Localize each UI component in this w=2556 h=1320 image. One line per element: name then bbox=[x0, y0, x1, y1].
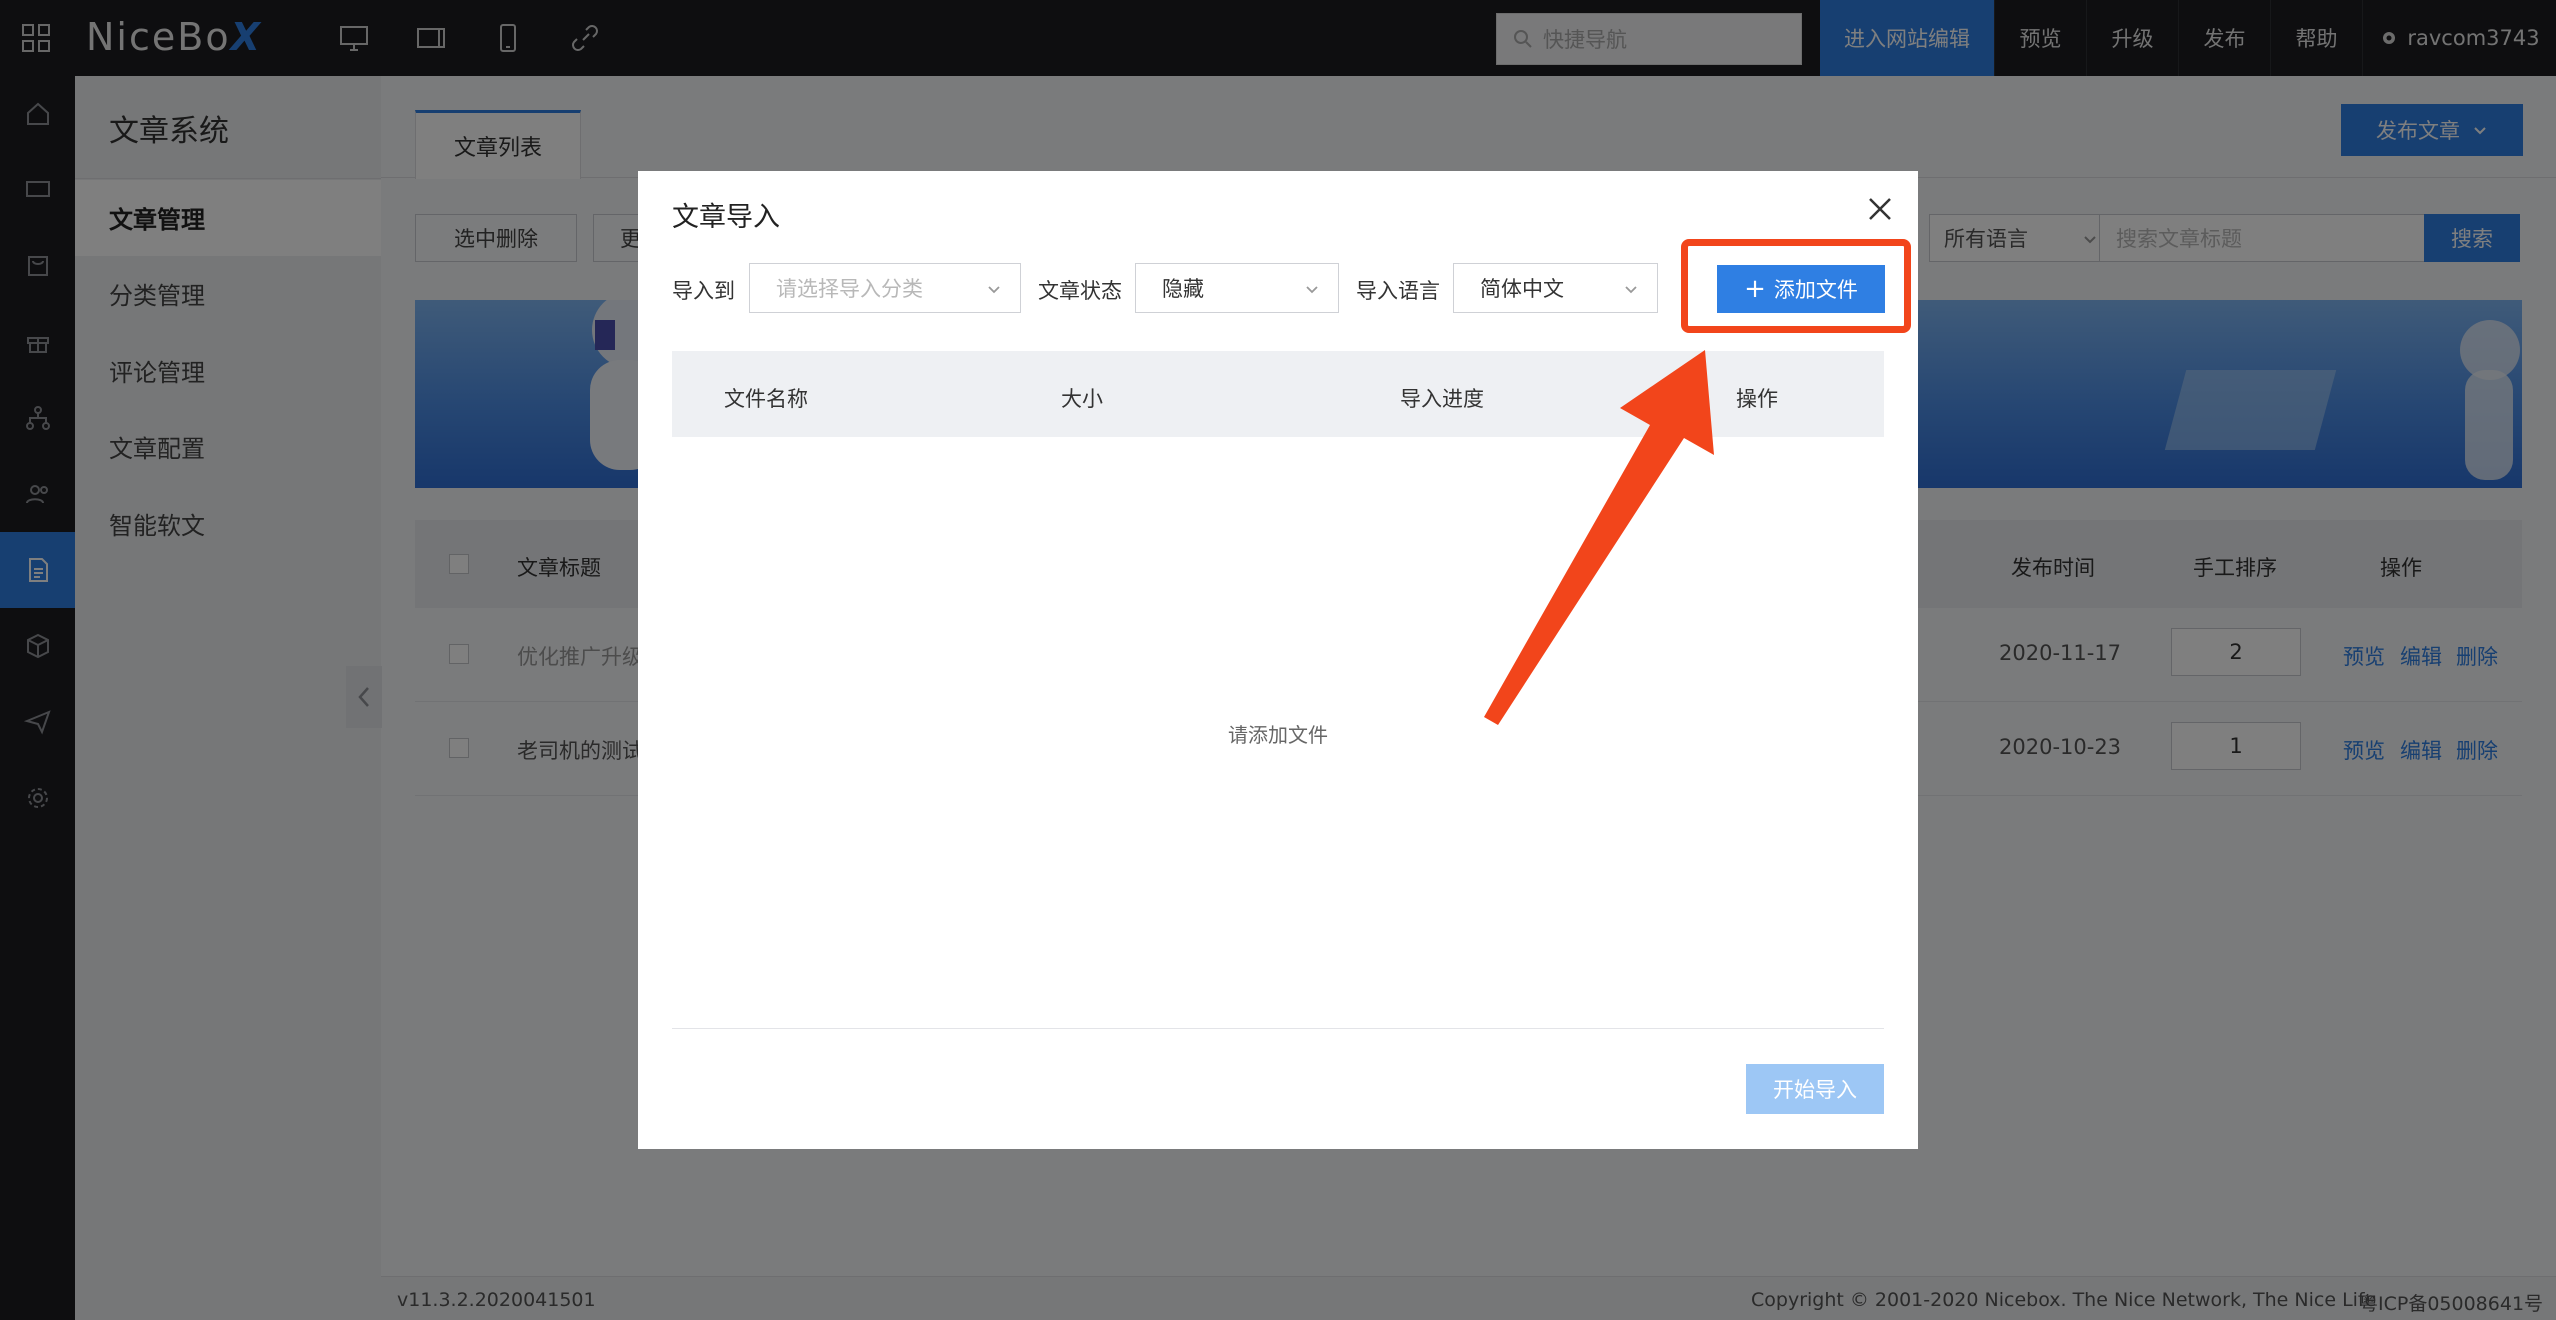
empty-file-list-text: 请添加文件 bbox=[1228, 723, 1328, 747]
annotation-highlight-box bbox=[1681, 239, 1911, 333]
divider bbox=[672, 1028, 1884, 1029]
file-table-header: 文件名称 大小 导入进度 操作 bbox=[672, 351, 1884, 437]
chevron-down-icon bbox=[988, 286, 1000, 294]
status-select[interactable]: 隐藏 bbox=[1135, 263, 1339, 313]
close-icon[interactable] bbox=[1864, 193, 1896, 225]
col-progress: 导入进度 bbox=[1400, 387, 1484, 411]
language-label: 导入语言 bbox=[1356, 279, 1440, 303]
chevron-down-icon bbox=[1625, 286, 1637, 294]
status-label: 文章状态 bbox=[1038, 279, 1122, 303]
col-file-actions: 操作 bbox=[1736, 387, 1778, 411]
import-category-placeholder: 请选择导入分类 bbox=[776, 277, 923, 301]
col-file-name: 文件名称 bbox=[724, 387, 808, 411]
article-import-dialog: 文章导入 导入到 请选择导入分类 文章状态 隐藏 导入语言 简体中文 + 添加文… bbox=[638, 171, 1918, 1149]
language-value: 简体中文 bbox=[1480, 277, 1564, 301]
chevron-down-icon bbox=[1306, 286, 1318, 294]
status-value: 隐藏 bbox=[1162, 277, 1204, 301]
import-to-label: 导入到 bbox=[672, 279, 735, 303]
import-category-select[interactable]: 请选择导入分类 bbox=[749, 263, 1021, 313]
language-select[interactable]: 简体中文 bbox=[1453, 263, 1658, 313]
dialog-title: 文章导入 bbox=[672, 202, 780, 233]
start-import-button[interactable]: 开始导入 bbox=[1746, 1064, 1884, 1114]
col-size: 大小 bbox=[1061, 387, 1103, 411]
